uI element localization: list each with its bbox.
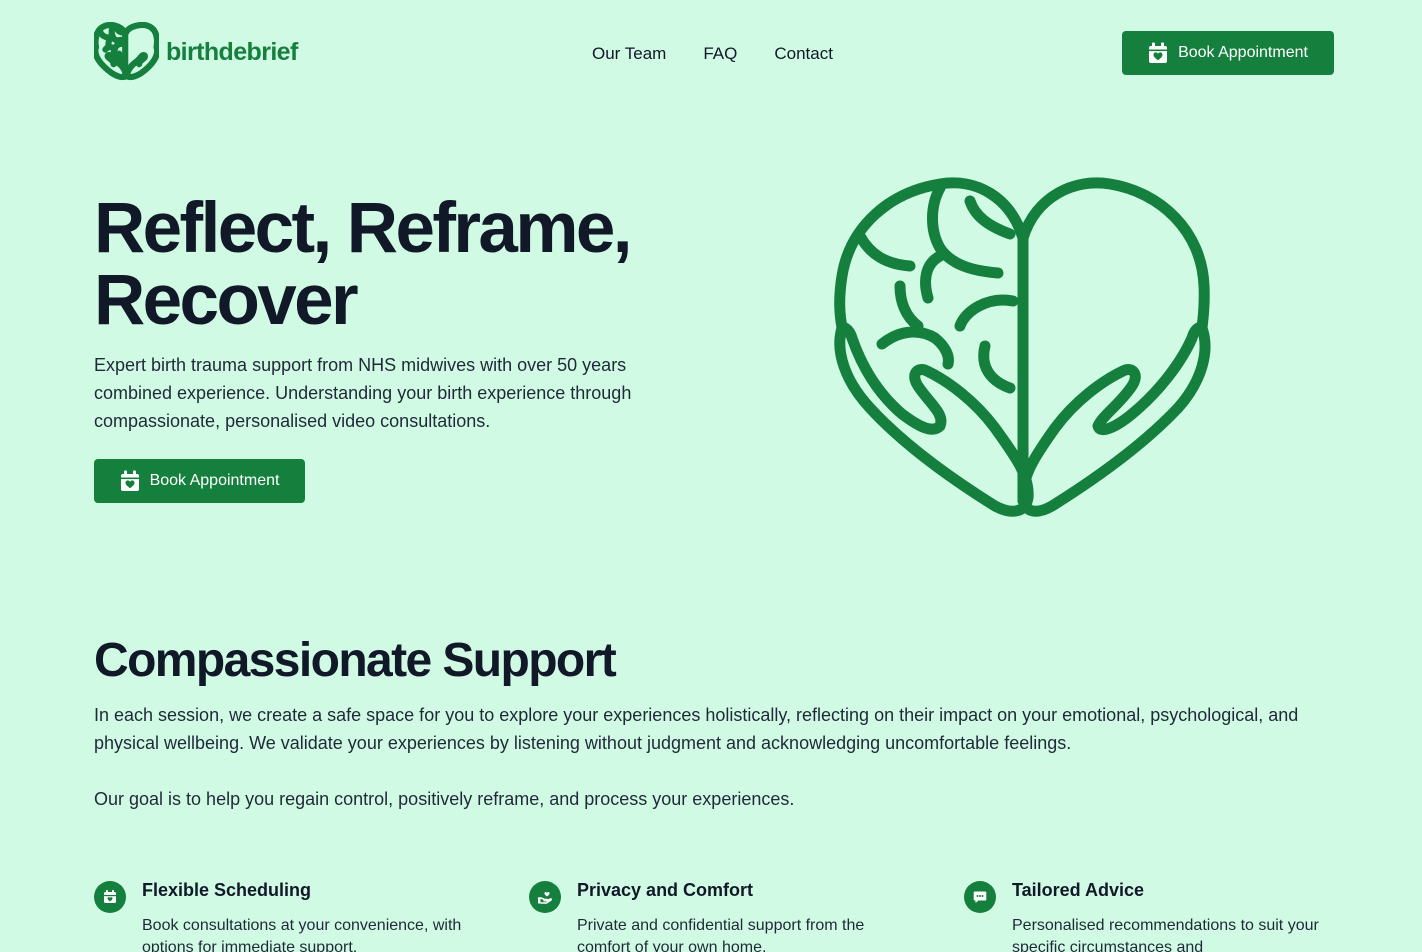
hero-book-appointment-button[interactable]: Book Appointment [94, 459, 305, 503]
brain-heart-hands-icon [94, 22, 159, 81]
hero-book-appointment-label: Book Appointment [149, 472, 280, 489]
hero-title-line1: Reflect, Reframe, [94, 189, 632, 268]
chat-icon [964, 881, 996, 913]
hero-title-line2: Recover [94, 261, 359, 340]
feature-title: Flexible Scheduling [142, 880, 312, 900]
feature-tailored-advice: Tailored Advice Personalised recommendat… [964, 878, 1344, 952]
logo-link[interactable]: birthdebrief [94, 22, 298, 82]
nav-faq[interactable]: FAQ [703, 44, 737, 64]
support-paragraph-1: In each session, we create a safe space … [94, 705, 1299, 753]
feature-privacy-and-comfort: Privacy and Comfort Private and confiden… [529, 878, 909, 952]
page: birthdebrief Our Team FAQ Contact Book A… [0, 0, 1422, 952]
feature-flexible-scheduling: Flexible Scheduling Book consultations a… [94, 878, 474, 952]
calendar-heart-icon [1149, 42, 1168, 63]
brain-heart-hands-icon [834, 177, 1211, 517]
feature-title: Privacy and Comfort [577, 880, 754, 900]
feature-text: Private and confidential support from th… [577, 917, 865, 952]
hero-title: Reflect, Reframe, Recover [94, 193, 734, 337]
site-header: birthdebrief Our Team FAQ Contact Book A… [94, 22, 1334, 84]
nav-our-team[interactable]: Our Team [592, 44, 666, 64]
feature-text: Personalised recommendations to suit you… [1012, 917, 1319, 952]
header-book-appointment-label: Book Appointment [1178, 44, 1308, 61]
feature-text: Book consultations at your convenience, … [142, 917, 462, 952]
feature-title: Tailored Advice [1012, 880, 1145, 900]
brand-name: birthdebrief [166, 37, 298, 66]
nav-contact[interactable]: Contact [774, 44, 833, 64]
calendar-icon [94, 881, 126, 913]
header-book-appointment-button[interactable]: Book Appointment [1122, 31, 1334, 75]
hand-heart-icon [529, 881, 561, 913]
support-paragraph-2: Our goal is to help you regain control, … [94, 789, 795, 809]
section-title: Compassionate Support [94, 634, 617, 687]
main-nav: Our Team FAQ Contact [592, 44, 870, 64]
hero-description: Expert birth trauma support from NHS mid… [94, 355, 632, 431]
calendar-heart-icon [120, 470, 139, 491]
